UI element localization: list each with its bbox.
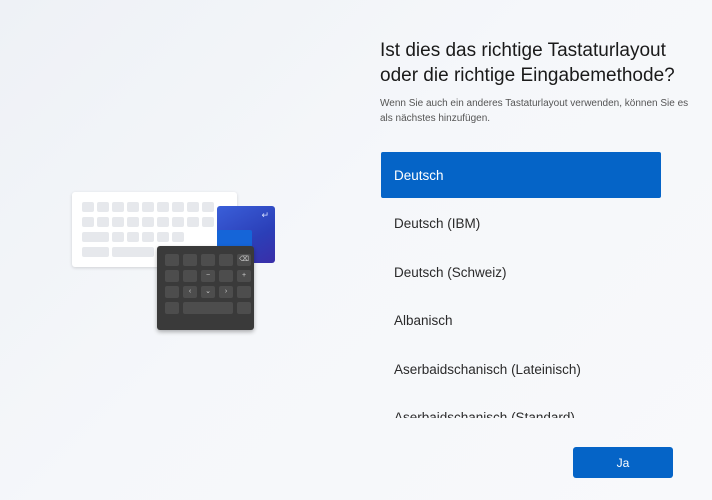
layout-item-aserbaidschanisch-standard[interactable]: Aserbaidschanisch (Standard) — [381, 395, 661, 418]
page-title: Ist dies das richtige Tastaturlayout ode… — [380, 40, 675, 86]
page-subtitle: Wenn Sie auch ein anderes Tastaturlayout… — [380, 98, 689, 124]
illustration-pane: ↵ ⌫ − + ‹ ⌄ › — [0, 0, 355, 500]
layout-item-deutsch[interactable]: Deutsch — [381, 152, 661, 198]
layout-item-aserbaidschanisch-lateinisch[interactable]: Aserbaidschanisch (Lateinisch) — [381, 346, 661, 392]
layout-item-deutsch-ibm[interactable]: Deutsch (IBM) — [381, 201, 661, 247]
keyboard-illustration-icon: ↵ ⌫ − + ‹ ⌄ › — [70, 190, 280, 335]
content-pane: Ist dies das richtige Tastaturlayout ode… — [355, 0, 712, 500]
layout-item-deutsch-schweiz[interactable]: Deutsch (Schweiz) — [381, 249, 661, 295]
layout-item-albanisch[interactable]: Albanisch — [381, 298, 661, 344]
keyboard-layout-list[interactable]: Deutsch Deutsch (IBM) Deutsch (Schweiz) … — [381, 152, 661, 418]
confirm-button[interactable]: Ja — [573, 447, 673, 478]
numpad-icon: ⌫ − + ‹ ⌄ › — [157, 246, 254, 330]
